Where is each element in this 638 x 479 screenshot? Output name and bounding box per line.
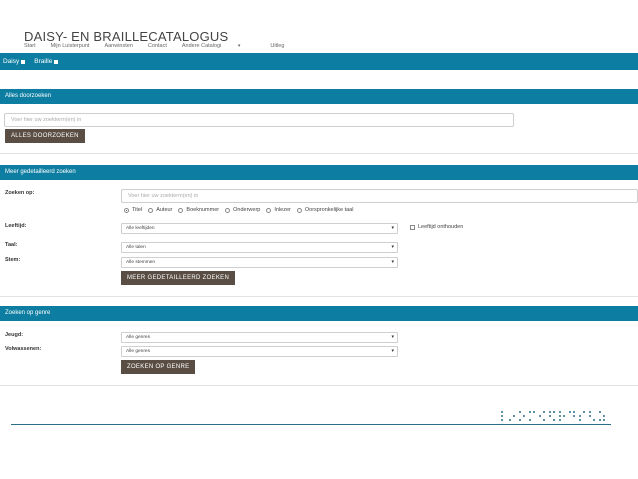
language-select[interactable]: Alle talen ▾ bbox=[121, 242, 398, 253]
search-all-button[interactable]: ALLES DOORZOEKEN bbox=[5, 129, 85, 143]
site-title: DAISY- EN BRAILLECATALOGUS bbox=[24, 29, 229, 44]
language-select-value: Alle talen bbox=[126, 245, 146, 250]
radio-icon bbox=[296, 207, 302, 213]
radio-oorspronkelijke-taal-label: Oorspronkelijke taal bbox=[304, 207, 354, 213]
radio-icon bbox=[178, 207, 184, 213]
radio-icon bbox=[148, 207, 154, 213]
nav-andere-catalogi-label: Andere Catalogi bbox=[181, 43, 222, 49]
radio-auteur-label: Auteur bbox=[156, 207, 173, 213]
radio-oorspronkelijke-taal[interactable]: Oorspronkelijke taal bbox=[296, 207, 354, 213]
radio-titel[interactable]: Titel bbox=[124, 207, 142, 213]
youth-genre-value: Alle genres bbox=[126, 335, 150, 340]
radio-onderwerp[interactable]: Onderwerp bbox=[225, 207, 260, 213]
radio-icon bbox=[266, 207, 272, 213]
youth-genre-select[interactable]: Alle genres ▾ bbox=[121, 332, 398, 343]
format-braille[interactable]: Braille bbox=[34, 58, 59, 65]
youth-label: Jeugd: bbox=[5, 332, 24, 338]
chevron-down-icon: ▾ bbox=[391, 348, 394, 354]
genre-search-button[interactable]: ZOEKEN OP GENRE bbox=[121, 360, 196, 374]
search-on-label: Zoeken op: bbox=[5, 190, 35, 196]
radio-boeknummer-label: Boeknummer bbox=[186, 207, 220, 213]
adults-label: Volwassenen: bbox=[5, 346, 42, 352]
chevron-down-icon: ▾ bbox=[391, 244, 394, 250]
radio-checked-icon bbox=[124, 207, 129, 213]
age-select[interactable]: Alle leeftijden ▾ bbox=[121, 223, 398, 234]
language-label: Taal: bbox=[5, 242, 18, 248]
nav-andere-catalogi[interactable]: Andere Catalogi ▾ bbox=[182, 43, 256, 49]
detailed-search-heading: Meer gedetailleerd zoeken bbox=[0, 165, 638, 180]
detailed-search-input[interactable] bbox=[121, 189, 638, 203]
search-all-input[interactable] bbox=[4, 113, 514, 127]
radio-icon bbox=[225, 207, 231, 213]
chevron-down-icon: ▾ bbox=[391, 334, 394, 340]
site-header: DAISY- EN BRAILLECATALOGUS Start Mijn Lu… bbox=[0, 0, 638, 53]
voice-select-value: Alle stemmen bbox=[126, 260, 156, 265]
square-icon bbox=[54, 59, 59, 64]
voice-label: Stem: bbox=[5, 257, 21, 263]
main-nav: Start Mijn Luisterpunt Aanwinsten Contac… bbox=[24, 43, 299, 49]
radio-onderwerp-label: Onderwerp bbox=[233, 207, 261, 213]
radio-boeknummer[interactable]: Boeknummer bbox=[178, 207, 219, 213]
format-braille-label: Braille bbox=[34, 58, 53, 65]
nav-start[interactable]: Start bbox=[24, 43, 36, 49]
braille-logo bbox=[501, 411, 605, 421]
search-field-radios: Titel Auteur Boeknummer Onderwerp Inleze… bbox=[124, 207, 359, 213]
nav-aanwinsten[interactable]: Aanwinsten bbox=[104, 43, 132, 49]
format-daisy[interactable]: Daisy bbox=[3, 58, 26, 65]
radio-auteur[interactable]: Auteur bbox=[148, 207, 172, 213]
genre-heading: Zoeken op genre bbox=[0, 306, 638, 321]
remember-age-label: Leeftijd onthouden bbox=[418, 224, 464, 230]
radio-inlezer-label: Inlezer bbox=[274, 207, 291, 213]
adults-genre-value: Alle genres bbox=[126, 349, 150, 354]
search-all-heading: Alles doorzoeken bbox=[0, 89, 638, 104]
adults-genre-select[interactable]: Alle genres ▾ bbox=[121, 346, 398, 357]
voice-select[interactable]: Alle stemmen ▾ bbox=[121, 257, 398, 268]
square-icon bbox=[21, 59, 26, 64]
footer-divider bbox=[11, 424, 611, 425]
remember-age-checkbox[interactable]: Leeftijd onthouden bbox=[410, 224, 463, 230]
radio-inlezer[interactable]: Inlezer bbox=[266, 207, 291, 213]
checkbox-icon bbox=[410, 224, 415, 230]
age-label: Leeftijd: bbox=[5, 223, 27, 229]
search-all-panel: Alles doorzoeken ALLES DOORZOEKEN bbox=[0, 89, 638, 154]
caret-down-icon: ▾ bbox=[237, 43, 241, 49]
detailed-search-button[interactable]: MEER GEDETAILLEERD ZOEKEN bbox=[121, 271, 236, 285]
nav-uitleg[interactable]: Uitleg bbox=[270, 43, 284, 49]
format-bar: Daisy Braille bbox=[0, 53, 638, 70]
nav-mijn-luisterpunt[interactable]: Mijn Luisterpunt bbox=[51, 43, 90, 49]
age-select-value: Alle leeftijden bbox=[126, 226, 155, 231]
radio-titel-label: Titel bbox=[132, 207, 143, 213]
nav-contact[interactable]: Contact bbox=[148, 43, 167, 49]
format-daisy-label: Daisy bbox=[3, 58, 20, 65]
chevron-down-icon: ▾ bbox=[391, 259, 394, 265]
chevron-down-icon: ▾ bbox=[391, 225, 394, 231]
